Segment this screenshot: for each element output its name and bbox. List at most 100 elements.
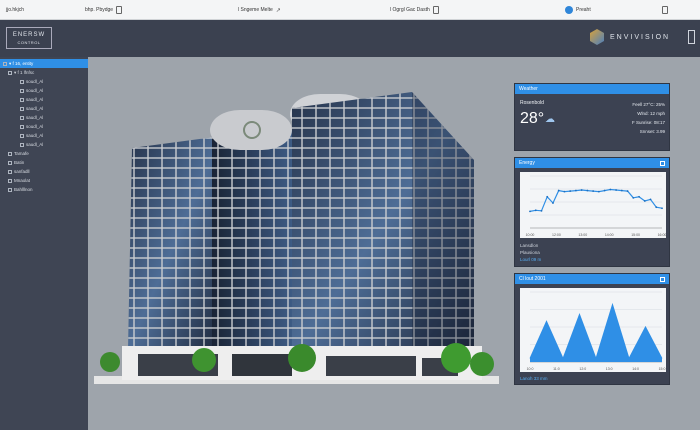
toolbar-item-5[interactable]: Preaht (565, 5, 591, 15)
data-point (546, 195, 549, 198)
tree-node-icon (8, 169, 12, 174)
weather-widget: Weather Rosenbold 28° ☁ Feell 27°C: 25% … (514, 83, 670, 151)
data-point (534, 209, 537, 212)
tree-node-icon (20, 79, 24, 84)
data-point (563, 190, 566, 193)
data-point (655, 206, 658, 209)
data-point (575, 189, 577, 192)
sidebar-item[interactable]: saudl_Al (0, 131, 88, 140)
x-tick-label: 10:0 (527, 367, 534, 371)
tree-node-icon (8, 70, 12, 75)
x-tick-label: 12:0 (579, 367, 586, 371)
area-chart[interactable]: 10:0 11:0 12:0 13:0 14:0 15:0 (520, 288, 666, 372)
toolbar-item-1[interactable]: jjo.hkjch (6, 5, 24, 15)
toolbar-item-label: jjo.hkjch (6, 7, 25, 13)
chart-footer: Lansdlon Plausiona Lourl 09 m (520, 242, 541, 263)
sidebar-item-label: soudl_Al (26, 79, 44, 84)
sidebar-item-label: Batin (14, 160, 25, 165)
sidebar-item[interactable]: Batin (0, 158, 88, 167)
sidebar-item-label: ▾ f 1 lfnfsc (14, 69, 35, 75)
data-point (592, 190, 595, 192)
x-tick-label: 16:00 (658, 233, 666, 237)
footer-link[interactable]: Lourl 09 m (520, 256, 541, 263)
tree-node-icon (8, 187, 12, 192)
weather-detail: Snnset: 3.99 (639, 129, 665, 134)
chart-footer: Lanoh 33 mm (520, 375, 548, 382)
widget-title: Cl lout 2001 (519, 276, 546, 282)
data-point (620, 189, 623, 192)
tree-node-icon (20, 124, 24, 129)
x-tick-label: 12:00 (552, 233, 561, 237)
sidebar-item[interactable]: saudl_Al (0, 113, 88, 122)
sidebar-item-label: saudl_Al (26, 106, 44, 111)
toolbar-item-3[interactable]: l Sngeme Melte ↗ (238, 5, 281, 15)
widget-header: Cl lout 2001 (515, 274, 669, 284)
weather-detail: F Sunrise: 08:17 (631, 120, 665, 125)
sidebar-item[interactable]: Bahlllnon (0, 185, 88, 194)
cycle-chart-widget: Cl lout 2001 10:0 11:0 12:0 13:0 14:0 15:0 La… (514, 273, 670, 385)
expand-icon[interactable] (660, 276, 665, 282)
sidebar-item[interactable]: soudl_Al (0, 86, 88, 95)
sidebar-item-label: ▾ f 16, entity (9, 60, 34, 66)
weather-detail: Wlnd: 12 mph (637, 111, 665, 116)
widget-header: Energy (515, 158, 669, 168)
sidebar-item[interactable]: saudl_Al (0, 104, 88, 113)
data-point (615, 189, 617, 191)
sidebar-item-label: Bahlllnon (14, 187, 33, 192)
sidebar-item-label: soudl_Al (26, 88, 44, 93)
cloud-icon: ☁ (545, 114, 555, 125)
data-point (643, 200, 646, 202)
sidebar-item[interactable]: Mnaolat (0, 176, 88, 185)
sidebar-item[interactable]: ▾ f 16, entity (0, 59, 88, 68)
tree-node-icon (20, 142, 24, 147)
sidebar-item[interactable]: soudl_Al (0, 122, 88, 131)
tree-node-icon (20, 106, 24, 111)
x-tick-label: 10:00 (526, 233, 535, 237)
footer-label: Lansdlon (520, 243, 539, 248)
tree-node-icon (20, 97, 24, 102)
toolbar-item-label: l Sngeme Melte (238, 7, 273, 13)
data-point (529, 210, 531, 213)
tree-node-icon (8, 160, 12, 165)
sidebar-item[interactable]: ▾ f 1 lfnfsc (0, 68, 88, 77)
browser-toolbar: jjo.hkjch bhp. Pbydge l Sngeme Melte ↗ l… (0, 0, 700, 20)
weather-details: Feell 27°C: 25% Wlnd: 12 mph F Sunrise: … (603, 100, 665, 136)
footer-link[interactable]: Lanoh 33 mm (520, 375, 548, 382)
toolbar-item-4[interactable]: l Ogrgl Gac Dasth (390, 5, 439, 15)
toolbar-item-6[interactable] (662, 5, 668, 15)
logo-line-1: ENERSW (12, 32, 46, 38)
x-tick-label: 14:0 (632, 367, 639, 371)
sidebar-item[interactable]: soudl_Al (0, 77, 88, 86)
sidebar-item[interactable]: saudl_Al (0, 95, 88, 104)
tree-node-icon (20, 88, 24, 93)
data-point (626, 190, 629, 192)
tree-node-icon (20, 115, 24, 120)
toolbar-item-2[interactable]: bhp. Pbydge (85, 5, 123, 15)
blue-dot-icon (565, 6, 573, 14)
sidebar-item-label: saudl_Al (26, 115, 44, 120)
weather-city: Rosenbold (520, 100, 544, 106)
door-icon[interactable] (688, 30, 695, 44)
company-logo: ENERSW CONTROL (6, 27, 52, 49)
hexagon-logo-icon (590, 29, 604, 45)
data-point (632, 196, 635, 199)
x-tick-label: 15:00 (631, 233, 640, 237)
toolbar-item-label: l Ogrgl Gac Dasth (390, 7, 430, 13)
toolbar-item-label: Preaht (576, 7, 591, 13)
sidebar-item-label: Mnaolat (14, 178, 31, 183)
data-point (597, 190, 600, 193)
expand-icon[interactable] (660, 160, 665, 166)
sidebar-item-label: saudl_Al (26, 97, 44, 102)
series-line (529, 188, 663, 212)
sidebar-item[interactable]: Tamafe (0, 149, 88, 158)
brand-name: ENVIVISION (610, 33, 671, 41)
x-tick-label: 13:0 (606, 367, 613, 371)
sidebar-item[interactable]: sanfadll (0, 167, 88, 176)
building-3d-view[interactable] (92, 88, 504, 388)
data-point (661, 207, 663, 210)
sidebar-item-label: soudl_Al (26, 124, 44, 129)
line-chart[interactable]: 10:00 12:00 13:00 14:00 15:00 16:00 (520, 172, 666, 238)
x-tick-label: 13:00 (578, 233, 587, 237)
data-point (557, 189, 560, 192)
sidebar-item[interactable]: saudl_Al (0, 140, 88, 149)
